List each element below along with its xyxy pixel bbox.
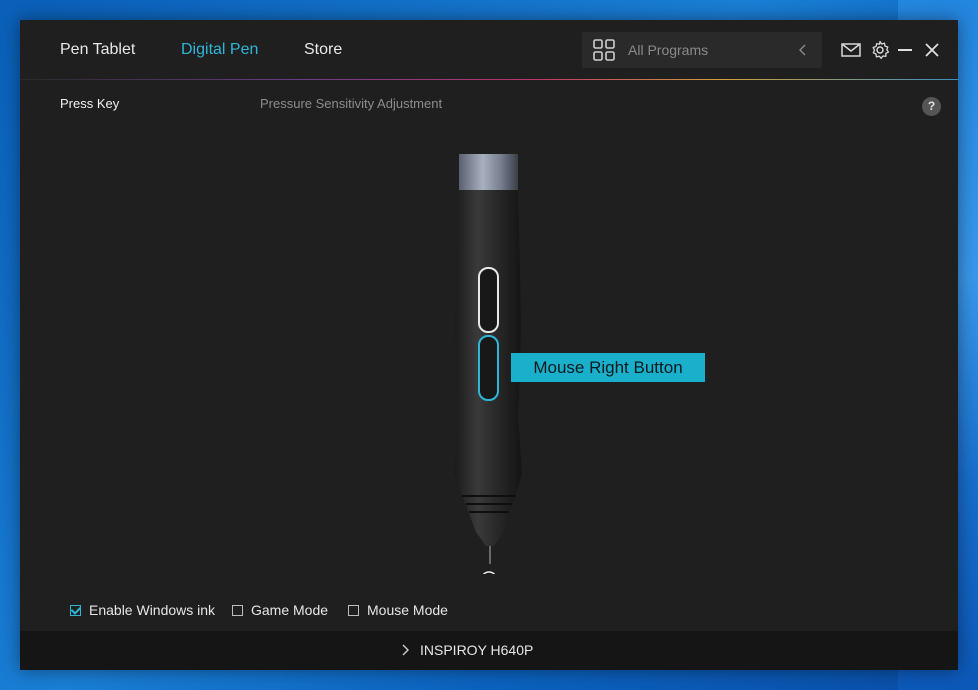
game-mode-label: Game Mode [251, 602, 329, 618]
device-name: INSPIROY H640P [420, 642, 534, 658]
subtab-pressure-sensitivity[interactable]: Pressure Sensitivity Adjustment [260, 96, 442, 111]
pen-nib[interactable] [481, 571, 497, 574]
help-icon[interactable]: ? [922, 97, 941, 116]
gear-icon[interactable] [869, 39, 891, 61]
tab-store[interactable]: Store [304, 41, 342, 59]
mouse-mode-checkbox[interactable] [348, 604, 359, 616]
app-window: Pen Tablet Digital Pen Store All Program… [20, 20, 958, 670]
tab-digital-pen[interactable]: Digital Pen [181, 41, 258, 59]
button-function-callout[interactable]: Mouse Right Button [511, 353, 705, 382]
device-selector[interactable]: INSPIROY H640P [400, 642, 533, 658]
option-enable-windows-ink[interactable]: Enable Windows ink [70, 600, 215, 620]
chevron-left-icon[interactable] [796, 41, 810, 59]
mail-icon[interactable] [840, 39, 862, 61]
program-selector[interactable]: All Programs [582, 32, 822, 68]
mouse-mode-label: Mouse Mode [367, 602, 448, 618]
subtab-press-key[interactable]: Press Key [60, 96, 119, 111]
option-mouse-mode[interactable]: Mouse Mode [348, 600, 448, 620]
top-bar: Pen Tablet Digital Pen Store All Program… [20, 20, 958, 80]
program-selector-label: All Programs [628, 42, 709, 58]
pen-top-cap [459, 154, 518, 190]
option-game-mode[interactable]: Game Mode [232, 600, 328, 620]
device-bar: INSPIROY H640P [20, 631, 958, 670]
pen-lower-button[interactable] [478, 335, 499, 401]
pen-upper-button[interactable] [478, 267, 499, 333]
enable-windows-ink-checkbox[interactable] [70, 604, 81, 616]
close-icon[interactable] [921, 39, 943, 61]
tab-pen-tablet[interactable]: Pen Tablet [60, 41, 135, 59]
header-divider [20, 79, 958, 80]
grid-icon [593, 39, 615, 61]
game-mode-checkbox[interactable] [232, 604, 243, 616]
minimize-icon[interactable] [894, 39, 916, 61]
enable-windows-ink-label: Enable Windows ink [89, 602, 216, 618]
chevron-right-icon [402, 644, 409, 656]
